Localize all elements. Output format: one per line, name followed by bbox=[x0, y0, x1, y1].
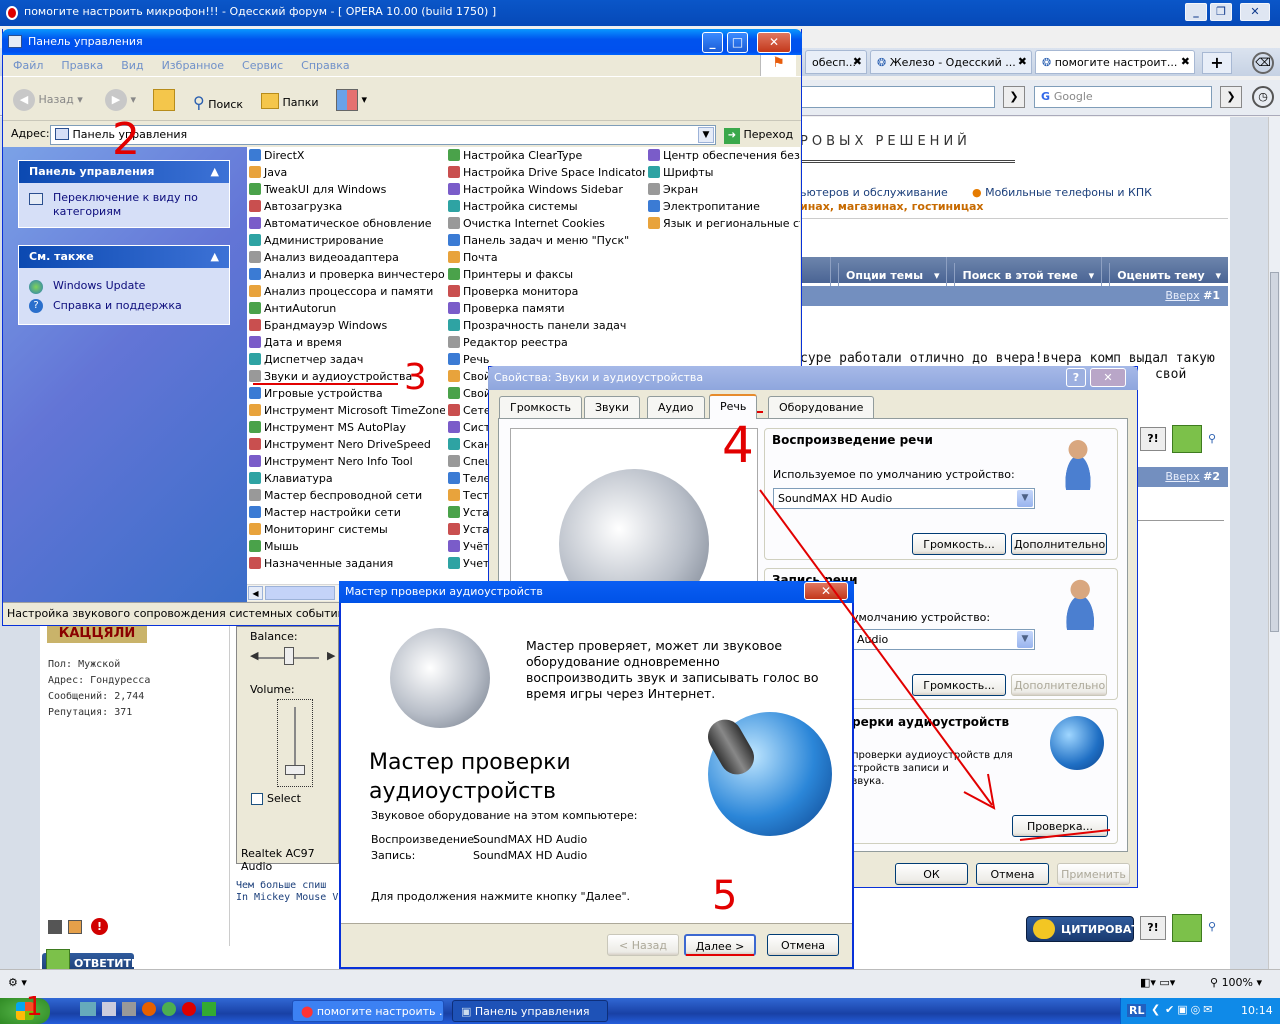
annotation-number-2: 2 bbox=[112, 114, 140, 165]
annotation-number-1: 1 bbox=[26, 992, 43, 1022]
annotation-number-3: 3 bbox=[404, 357, 427, 398]
annotation-number-5: 5 bbox=[712, 873, 738, 919]
annotation-number-4: 4 bbox=[722, 416, 754, 474]
tab-speech[interactable]: Речь bbox=[709, 394, 758, 419]
annotation-underline-test bbox=[1019, 829, 1111, 841]
annotation-arrow-line bbox=[759, 489, 993, 806]
annotations-overlay bbox=[253, 383, 1111, 956]
